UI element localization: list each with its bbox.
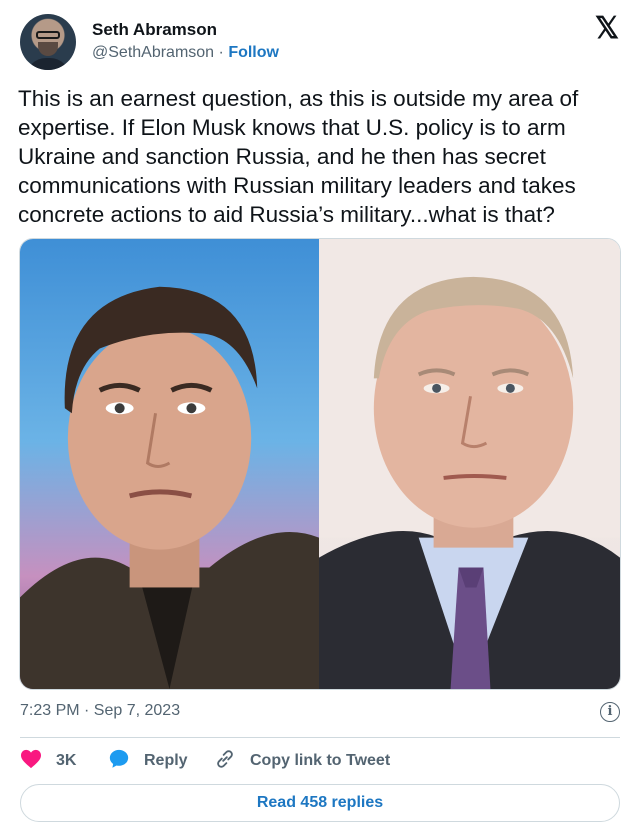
copy-link-button[interactable]: Copy link to Tweet (214, 748, 390, 774)
author-handle[interactable]: @SethAbramson (92, 44, 214, 61)
photo-left[interactable] (20, 239, 319, 689)
like-count: 3K (56, 752, 77, 769)
like-button[interactable]: 3K (20, 748, 76, 774)
tweet-media[interactable] (19, 238, 621, 690)
avatar-shirt (26, 58, 70, 70)
handle-separator: · (218, 44, 224, 61)
author-name[interactable]: Seth Abramson (92, 20, 217, 40)
reply-button[interactable]: Reply (108, 748, 188, 774)
reply-label: Reply (144, 752, 188, 769)
copy-link-label: Copy link to Tweet (250, 752, 391, 769)
read-replies-button[interactable]: Read 458 replies (20, 784, 620, 822)
divider (20, 737, 620, 738)
avatar[interactable] (20, 14, 76, 70)
heart-icon (20, 749, 42, 774)
follow-button[interactable]: Follow (228, 44, 279, 61)
avatar-glasses (36, 31, 60, 39)
portrait-left-illustration (20, 286, 319, 689)
speech-bubble-icon (108, 748, 130, 775)
link-icon (214, 748, 236, 775)
portrait-right-illustration (319, 239, 620, 689)
x-logo-icon[interactable]: 𝕏 (594, 14, 620, 44)
tweet-header: Seth Abramson @SethAbramson · Follow 𝕏 (20, 14, 620, 70)
action-bar: 3K Reply Copy link to Tweet (20, 748, 620, 774)
author-handle-row: @SethAbramson · Follow (92, 44, 279, 62)
avatar-beard (38, 42, 58, 56)
photo-right[interactable] (319, 239, 620, 689)
info-icon[interactable]: i (600, 702, 620, 722)
tweet-text: This is an earnest question, as this is … (18, 86, 579, 227)
tweet-timestamp[interactable]: 7:23 PM · Sep 7, 2023 (20, 702, 180, 720)
